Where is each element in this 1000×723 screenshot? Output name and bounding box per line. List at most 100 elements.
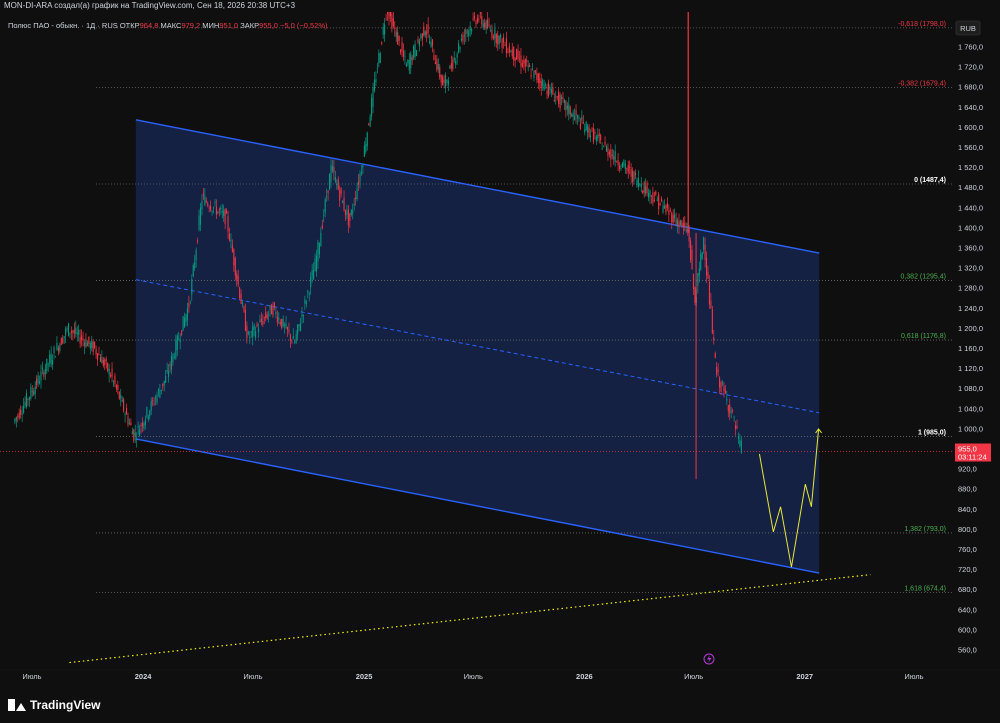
candle-body: [226, 210, 228, 214]
candle-body: [120, 394, 122, 399]
candle-body: [262, 321, 264, 325]
candle-body: [146, 407, 148, 416]
candle-body: [373, 79, 376, 91]
candle-body: [189, 301, 191, 303]
candle-body: [292, 336, 294, 340]
price-chart[interactable]: Полюс ПАО - обыкн. · 1Д · RUS ОТКР964,8 …: [0, 12, 1000, 690]
candle-body: [154, 398, 157, 400]
candle-body: [442, 76, 444, 86]
candle-body: [63, 336, 65, 338]
candle-body: [94, 341, 96, 348]
time-tick-2: Июль: [243, 672, 262, 681]
candle-body: [411, 57, 413, 61]
candle-body: [668, 210, 670, 215]
candle-body: [614, 151, 616, 163]
candle-body: [672, 215, 674, 223]
candle-body: [514, 57, 516, 62]
candle-body: [414, 43, 416, 57]
candle-body: [402, 50, 405, 57]
tradingview-logo[interactable]: TradingView: [8, 698, 100, 712]
candle-body: [136, 439, 138, 440]
price-tick-30: 560,0: [958, 646, 977, 655]
candle-body: [304, 298, 306, 304]
candle-body: [173, 356, 175, 358]
currency-button[interactable]: RUB: [955, 20, 981, 36]
candle-body: [67, 323, 70, 336]
candle-body: [275, 311, 277, 315]
candle-body: [556, 96, 558, 98]
candle-body: [233, 249, 235, 266]
candle-body: [308, 293, 310, 295]
candle-body: [526, 60, 528, 63]
candle-body: [624, 163, 626, 170]
candle-body: [14, 418, 16, 423]
candle-body: [191, 279, 193, 295]
fib-label-5: 1 (985,0): [918, 429, 946, 436]
candle-body: [543, 84, 545, 91]
candle-body: [552, 87, 554, 95]
candle-body: [518, 58, 521, 60]
price-tick-4: 1 600,0: [958, 123, 983, 132]
candle-body: [444, 75, 447, 88]
candle-body: [43, 371, 45, 377]
candle-body: [337, 179, 339, 190]
candle-body: [708, 281, 710, 305]
candle-body: [285, 323, 287, 328]
candle-body: [661, 198, 663, 202]
candle-body: [721, 382, 724, 384]
candle-body: [572, 112, 574, 118]
candle-body: [730, 411, 732, 412]
candle-body: [318, 243, 320, 255]
candle-body: [466, 31, 468, 33]
candle-body: [382, 26, 384, 35]
candle-body: [297, 324, 299, 335]
candle-body: [649, 190, 651, 197]
candle-body: [381, 42, 383, 44]
candle-body: [65, 329, 67, 336]
candle-body: [24, 401, 26, 407]
candle-body: [533, 70, 535, 78]
candle-body: [331, 166, 333, 171]
candle-body: [637, 177, 639, 188]
candle-body: [244, 310, 246, 331]
candle-body: [214, 202, 216, 203]
candle-body: [220, 208, 222, 210]
candle-body: [723, 386, 725, 392]
candle-body: [339, 190, 341, 201]
candle-body: [468, 30, 470, 36]
price-tick-21: 920,0: [958, 465, 977, 474]
candle-body: [502, 37, 505, 43]
candle-body: [273, 302, 275, 308]
candle-body: [18, 412, 20, 419]
candle-body: [134, 432, 136, 436]
ohlc-label-2: МИН: [202, 21, 219, 30]
candle-body: [336, 183, 338, 186]
candle-body: [89, 343, 91, 349]
candle-body: [421, 33, 423, 40]
candle-body: [478, 19, 480, 21]
candle-body: [510, 51, 512, 53]
candle-body: [263, 317, 265, 319]
candle-body: [530, 75, 532, 77]
candle-body: [160, 389, 162, 391]
candle-body: [215, 206, 217, 215]
candle-body: [647, 192, 650, 198]
fib-label-6: 1,382 (793,0): [904, 526, 946, 533]
candle-body: [505, 38, 507, 54]
candle-body: [302, 315, 304, 316]
candle-body: [99, 356, 101, 362]
price-tick-2: 1 680,0: [958, 83, 983, 92]
candle-body: [703, 237, 705, 250]
candle-body: [501, 38, 503, 48]
candle-body: [240, 294, 242, 304]
candle-body: [231, 244, 233, 252]
candle-body: [587, 125, 589, 133]
candle-body: [450, 63, 452, 69]
candle-body: [621, 162, 623, 168]
candle-body: [81, 335, 83, 341]
candle-body: [52, 359, 54, 365]
candle-body: [321, 225, 323, 229]
brand-name: TradingView: [30, 698, 101, 712]
candle-body: [394, 27, 396, 30]
candle-body: [270, 304, 273, 315]
